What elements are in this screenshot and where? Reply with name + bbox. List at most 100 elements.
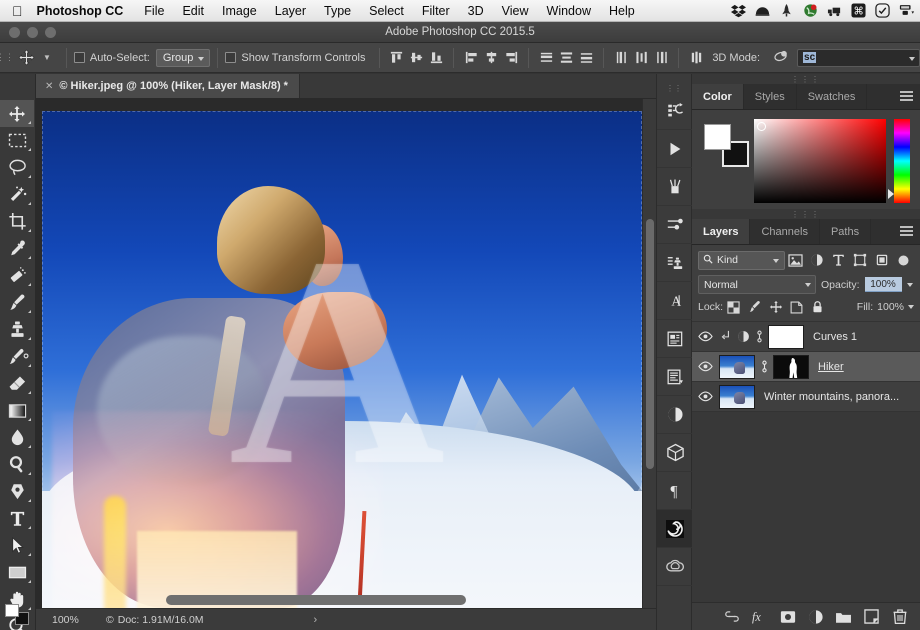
align-left-edges-icon[interactable] [461,47,481,69]
opacity-chevron-icon[interactable] [907,283,913,287]
brush-settings-panel-icon[interactable] [657,206,693,244]
auto-select-scope-dropdown[interactable]: Group [156,49,211,67]
menu-type[interactable]: Type [315,4,360,18]
panel-menu-icon[interactable] [900,226,913,238]
truck-icon[interactable] [827,3,842,18]
align-bottom-edges-icon[interactable] [426,47,446,69]
lock-all-icon[interactable] [807,298,828,316]
3d-panel-icon[interactable] [657,434,693,472]
chevron-right-icon[interactable]: › [314,614,318,626]
brush-presets-panel-icon[interactable] [657,168,693,206]
align-right-edges-icon[interactable] [501,47,521,69]
history-brush-tool[interactable] [0,343,34,370]
dropbox-icon[interactable] [731,3,746,18]
tab-channels[interactable]: Channels [750,219,819,244]
paragraph-panel-icon[interactable]: ¶ [657,472,693,510]
clone-source-panel-icon[interactable] [657,244,693,282]
lock-transparent-pixels-icon[interactable] [723,298,744,316]
move-tool-icon[interactable] [14,47,40,69]
menu-file[interactable]: File [135,4,173,18]
layer-filter-kind-dropdown[interactable]: Kind [698,251,785,270]
menu-3d[interactable]: 3D [459,4,493,18]
canvas-vertical-scrollbar[interactable] [642,99,656,608]
apple-logo-icon[interactable]:  [0,4,37,18]
color-panel-grip[interactable]: ⋮⋮⋮ [692,74,920,84]
tab-swatches[interactable]: Swatches [797,84,868,109]
lock-artboard-nesting-icon[interactable] [786,298,807,316]
menu-filter[interactable]: Filter [413,4,459,18]
layer-visibility-toggle[interactable] [694,361,716,372]
menu-layer[interactable]: Layer [266,4,315,18]
brush-tool[interactable] [0,289,34,316]
paragraph-styles-panel-icon[interactable] [657,358,693,396]
canvas-area[interactable]: A [36,99,656,608]
blend-mode-dropdown[interactable]: Normal [698,275,816,294]
libraries-panel-icon[interactable] [657,510,693,548]
align-top-edges-icon[interactable] [387,47,407,69]
dodge-tool[interactable] [0,451,34,478]
foreground-color-swatch[interactable] [704,124,731,150]
menu-help[interactable]: Help [600,4,644,18]
layer-mask-thumbnail[interactable] [768,325,804,349]
filter-adjustment-icon[interactable] [806,250,828,270]
tab-layers[interactable]: Layers [692,219,750,244]
menu-view[interactable]: View [493,4,538,18]
new-group-icon[interactable] [835,608,852,625]
command-icon[interactable]: ⌘ [851,3,866,18]
actions-panel-icon[interactable] [657,130,693,168]
document-tab-hiker[interactable]: ✕ © Hiker.jpeg @ 100% (Hiker, Layer Mask… [36,74,300,98]
lasso-tool[interactable] [0,154,34,181]
gradient-tool[interactable] [0,397,34,424]
3d-mode-input[interactable]: sc [797,49,920,67]
table-row[interactable]: Winter mountains, panora... [692,382,920,412]
align-horizontal-centers-icon[interactable] [481,47,501,69]
rocket-icon[interactable] [779,3,794,18]
filter-type-icon[interactable] [828,250,850,270]
distribute-spacing-icon[interactable] [686,47,706,69]
crop-tool[interactable] [0,208,34,235]
eraser-tool[interactable] [0,370,34,397]
tab-styles[interactable]: Styles [744,84,797,109]
zoom-level[interactable]: 100% [36,614,106,626]
color-picker-field[interactable] [754,119,886,203]
layer-name[interactable]: Curves 1 [813,331,857,343]
layer-visibility-toggle[interactable] [694,331,716,342]
table-row[interactable]: Curves 1 [692,322,920,352]
menu-app-name[interactable]: Photoshop CC [37,4,136,18]
canvas-horizontal-scrollbar-thumb[interactable] [166,595,466,605]
dome-icon[interactable] [755,3,770,18]
distribute-left-icon[interactable] [611,47,631,69]
link-layers-icon[interactable] [723,608,740,625]
hue-strip[interactable] [894,119,910,203]
dock-grip[interactable]: ⋮⋮ [657,84,691,92]
blur-tool[interactable] [0,424,34,451]
color-swatches[interactable] [3,602,33,626]
menu-image[interactable]: Image [213,4,266,18]
character-panel-icon[interactable]: A [657,282,693,320]
align-vertical-centers-icon[interactable] [407,47,427,69]
fill-value[interactable]: 100% [877,301,904,313]
layer-style-fx-icon[interactable]: fx [751,608,768,625]
menu-edit[interactable]: Edit [173,4,213,18]
path-selection-tool[interactable] [0,532,34,559]
display-icon[interactable] [899,3,914,18]
filter-toggle-icon[interactable] [892,250,914,270]
spot-healing-brush-tool[interactable] [0,262,34,289]
creative-cloud-icon[interactable] [657,548,693,586]
options-bar-grip[interactable]: ⋮⋮ [0,43,10,73]
filter-smart-object-icon[interactable] [871,250,893,270]
delete-layer-icon[interactable] [891,608,908,625]
document-canvas[interactable]: A [42,111,642,608]
layer-thumbnail[interactable] [719,355,755,379]
hue-strip-marker[interactable] [888,189,894,199]
lock-position-icon[interactable] [765,298,786,316]
filter-shape-icon[interactable] [849,250,871,270]
rectangular-marquee-tool[interactable] [0,127,34,154]
layer-name[interactable]: Hiker [818,361,844,373]
menu-window[interactable]: Window [538,4,600,18]
color-panel-swatches[interactable] [704,124,748,168]
checkmark-circle-icon[interactable] [875,3,890,18]
layer-mask-thumbnail[interactable] [773,355,809,379]
pen-tool[interactable] [0,478,34,505]
distribute-top-icon[interactable] [536,47,556,69]
